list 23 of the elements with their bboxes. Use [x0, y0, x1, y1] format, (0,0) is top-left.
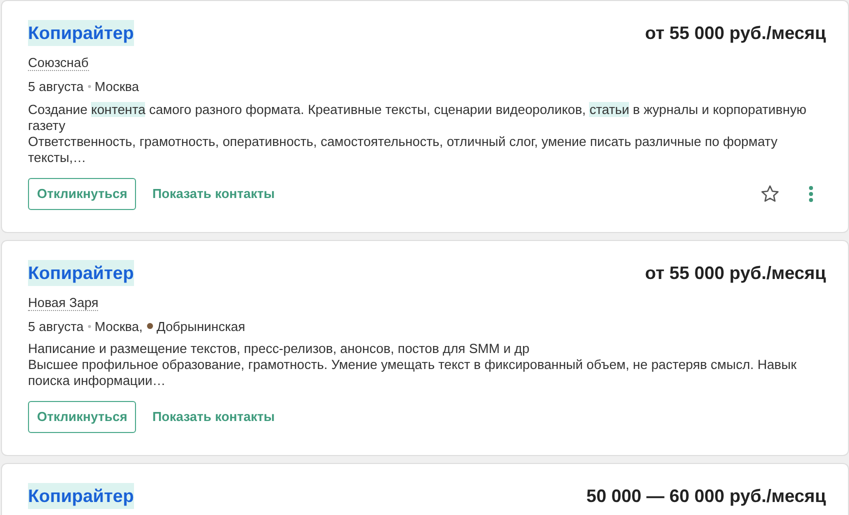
post-date: 5 августа [28, 78, 84, 96]
more-options-icon[interactable] [808, 184, 814, 202]
company-link[interactable]: Новая Заря [28, 294, 98, 310]
post-date: 5 августа [28, 318, 84, 336]
respond-button[interactable]: Откликнуться [28, 401, 136, 433]
vacancy-title[interactable]: Копирайтер [28, 260, 134, 286]
description-text: Создание контента самого разного формата. Креативные тексты, сценарии видеороликов, статьи в журналы и корпоративную газету [28, 102, 808, 134]
vacancy-title[interactable]: Копирайтер [28, 483, 134, 509]
salary: от 55 000 руб./месяц [645, 22, 826, 45]
city-text: Москва, [94, 318, 143, 336]
salary: 50 000 — 60 000 руб./месяц [586, 485, 826, 508]
description-text: Ответственность, грамотность, оперативность, самостоятельность, отличный слог, умение писать различные по формату тексты,… [28, 134, 778, 166]
city-text: Москва [94, 78, 140, 96]
description-text: Высшее профильное образование, грамотность. Умение умещать текст в фиксированный объем, не растеряв смысл. Навык поиска информации… [28, 357, 798, 389]
respond-button[interactable]: Откликнуться [28, 178, 136, 210]
metro-station: Добрынинская [156, 318, 246, 336]
company-link[interactable]: Союзснаб [28, 55, 89, 71]
description-text: Написание и размещение текстов, пресс-релизов, анонсов, постов для SMM и др [28, 341, 530, 357]
favorite-star-icon[interactable] [760, 184, 780, 204]
vacancy-title[interactable]: Копирайтер [28, 20, 134, 46]
show-contacts-link[interactable]: Показать контакты [152, 184, 275, 204]
salary: от 55 000 руб./месяц [645, 262, 826, 285]
show-contacts-link[interactable]: Показать контакты [152, 407, 275, 427]
